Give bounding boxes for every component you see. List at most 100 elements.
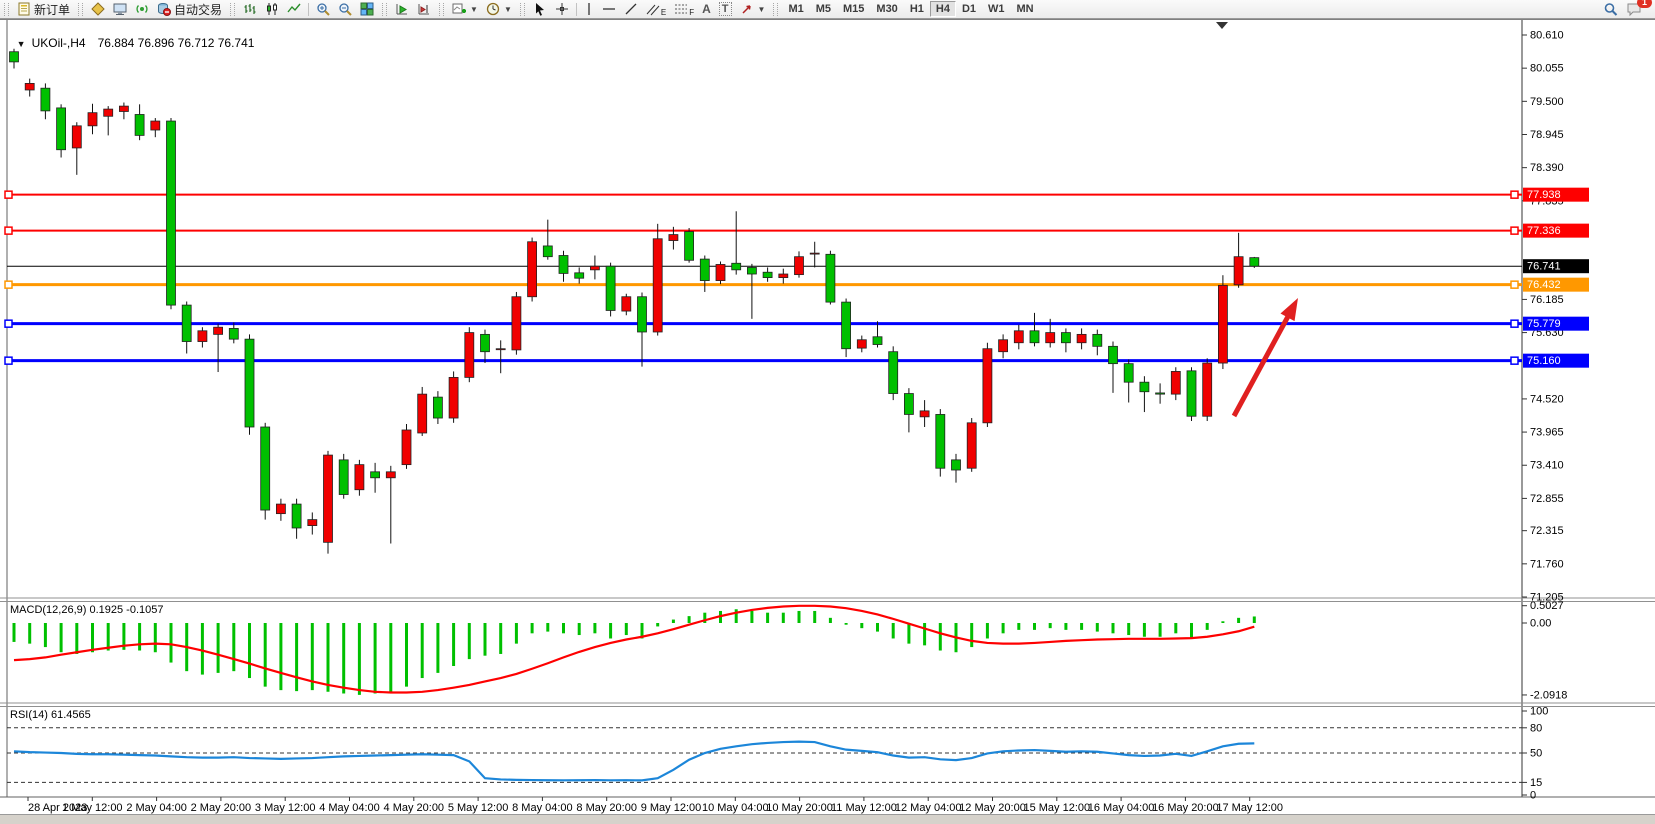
candle-body[interactable]: [481, 334, 490, 351]
candle-body[interactable]: [857, 340, 866, 348]
candle-body[interactable]: [795, 257, 804, 275]
tab-timeframe-d1[interactable]: D1: [956, 1, 982, 17]
level-handle-right[interactable]: [1511, 281, 1518, 288]
auto-scroll-button[interactable]: [392, 1, 412, 17]
candle-body[interactable]: [622, 297, 631, 311]
candle-body[interactable]: [1030, 331, 1039, 343]
candle-body[interactable]: [1093, 334, 1102, 346]
tab-timeframe-h1[interactable]: H1: [904, 1, 930, 17]
text-tool-button[interactable]: A: [699, 1, 714, 17]
new-order-button[interactable]: 新订单: [14, 1, 73, 17]
candle-body[interactable]: [1140, 382, 1149, 392]
candle-body[interactable]: [104, 109, 113, 116]
candle-body[interactable]: [952, 460, 961, 470]
candle-body[interactable]: [543, 246, 552, 257]
candle-body[interactable]: [700, 259, 709, 281]
candle-body[interactable]: [182, 305, 191, 341]
tab-timeframe-m30[interactable]: M30: [870, 1, 903, 17]
tab-timeframe-m15[interactable]: M15: [837, 1, 870, 17]
tab-timeframe-m5[interactable]: M5: [810, 1, 837, 17]
candle-body[interactable]: [1109, 346, 1118, 363]
candle-body[interactable]: [41, 88, 50, 111]
candle-body[interactable]: [590, 266, 599, 270]
collapse-caret-icon[interactable]: ▼: [17, 39, 26, 49]
tab-timeframe-mn[interactable]: MN: [1011, 1, 1040, 17]
candle-body[interactable]: [1218, 285, 1227, 363]
candle-body[interactable]: [402, 430, 411, 465]
candle-body[interactable]: [920, 411, 929, 417]
chart-canvas[interactable]: 80.61080.05579.50078.94578.39077.83576.1…: [0, 0, 1655, 823]
candle-body[interactable]: [559, 255, 568, 273]
candle-body[interactable]: [1061, 333, 1070, 343]
candle-body[interactable]: [1014, 331, 1023, 343]
candle-body[interactable]: [292, 504, 301, 528]
candle-body[interactable]: [826, 254, 835, 302]
candle-body[interactable]: [528, 242, 537, 297]
tab-timeframe-m1[interactable]: M1: [782, 1, 809, 17]
candle-body[interactable]: [1156, 393, 1165, 394]
candle-body[interactable]: [167, 121, 176, 305]
tab-timeframe-h4[interactable]: H4: [930, 1, 956, 17]
zoom-out-button[interactable]: [335, 1, 355, 17]
tile-windows-button[interactable]: [357, 1, 377, 17]
candle-body[interactable]: [214, 327, 223, 334]
level-handle-left[interactable]: [5, 281, 12, 288]
candle-body[interactable]: [889, 352, 898, 394]
zoom-in-button[interactable]: [313, 1, 333, 17]
candle-body[interactable]: [936, 414, 945, 468]
symbols-button[interactable]: [88, 1, 108, 17]
candle-body[interactable]: [1046, 333, 1055, 343]
candle-body[interactable]: [135, 114, 144, 135]
chart-shift-button[interactable]: [414, 1, 434, 17]
candle-body[interactable]: [433, 397, 442, 418]
candle-body[interactable]: [763, 272, 772, 277]
candle-body[interactable]: [904, 394, 913, 415]
candle-body[interactable]: [57, 108, 66, 150]
candle-body[interactable]: [779, 274, 788, 278]
level-handle-right[interactable]: [1511, 227, 1518, 234]
candle-body[interactable]: [685, 232, 694, 261]
level-handle-right[interactable]: [1511, 191, 1518, 198]
indicators-button[interactable]: ▼: [449, 1, 481, 17]
candle-body[interactable]: [245, 339, 254, 427]
vertical-line-button[interactable]: [581, 1, 597, 17]
candle-body[interactable]: [512, 297, 521, 350]
candle-body[interactable]: [1203, 363, 1212, 416]
period-menu-button[interactable]: ▼: [483, 1, 515, 17]
candle-body[interactable]: [716, 264, 725, 280]
channel-button[interactable]: E: [643, 1, 669, 17]
fibonacci-button[interactable]: F: [671, 1, 697, 17]
crosshair-button[interactable]: [552, 1, 572, 17]
candle-body[interactable]: [25, 83, 34, 90]
candle-body[interactable]: [638, 297, 647, 332]
horizontal-line-button[interactable]: [599, 1, 619, 17]
candle-body[interactable]: [606, 266, 615, 310]
candle-body[interactable]: [1250, 258, 1259, 267]
chart-shift-marker[interactable]: [1216, 22, 1228, 29]
candle-body[interactable]: [983, 349, 992, 423]
level-handle-left[interactable]: [5, 191, 12, 198]
candle-body[interactable]: [371, 472, 380, 478]
line-chart-button[interactable]: [284, 1, 304, 17]
candle-body[interactable]: [1124, 364, 1133, 383]
candle-body[interactable]: [873, 337, 882, 345]
candle-body[interactable]: [653, 239, 662, 332]
label-tool-button[interactable]: T: [716, 1, 735, 17]
candle-body[interactable]: [967, 423, 976, 468]
candle-body[interactable]: [72, 126, 81, 148]
candle-body[interactable]: [810, 253, 819, 254]
cursor-button[interactable]: [530, 1, 550, 17]
level-handle-left[interactable]: [5, 320, 12, 327]
candle-body[interactable]: [324, 455, 333, 542]
candle-body[interactable]: [418, 394, 427, 433]
candle-body[interactable]: [999, 340, 1008, 352]
trendline-button[interactable]: [621, 1, 641, 17]
arrows-tool-button[interactable]: ▼: [737, 1, 769, 17]
level-handle-right[interactable]: [1511, 320, 1518, 327]
bar-chart-button[interactable]: [240, 1, 260, 17]
candle-body[interactable]: [1077, 334, 1086, 342]
candle-body[interactable]: [308, 520, 317, 526]
candle-body[interactable]: [276, 504, 285, 514]
tab-timeframe-w1[interactable]: W1: [982, 1, 1011, 17]
broadcast-button[interactable]: [132, 1, 152, 17]
